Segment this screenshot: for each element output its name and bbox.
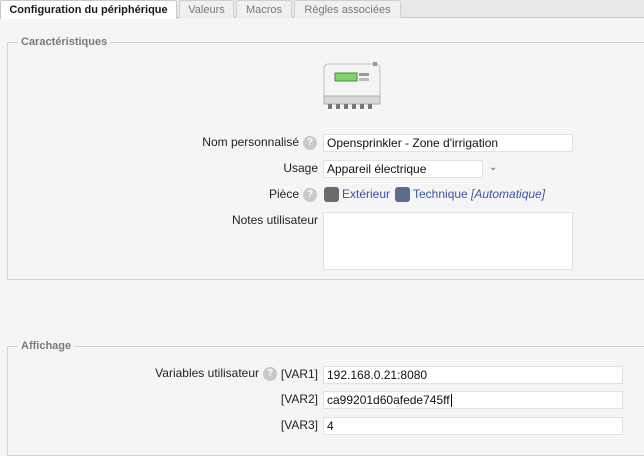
text-cursor — [450, 394, 452, 408]
display-legend: Affichage — [18, 340, 75, 352]
technical-room-icon — [395, 187, 410, 202]
usage-select[interactable]: Appareil électrique — [323, 160, 483, 178]
var3-label: [VAR3] — [280, 418, 318, 432]
var2-value: ca99201d60afede745ff — [327, 393, 450, 407]
tab-bar: Configuration du périphérique Valeurs Ma… — [0, 0, 644, 19]
var2-input[interactable]: ca99201d60afede745ff — [323, 391, 623, 409]
room-label: Pièce — [268, 187, 299, 201]
tab-values[interactable]: Valeurs — [179, 0, 234, 18]
tab-device-configuration[interactable]: Configuration du périphérique — [0, 0, 177, 19]
tab-macros[interactable]: Macros — [236, 0, 292, 18]
device-image — [321, 61, 383, 111]
var1-label: [VAR1] — [280, 367, 318, 381]
name-input[interactable]: Opensprinkler - Zone d'irrigation — [323, 134, 573, 152]
room-automatic-tag: [Automatique] — [471, 187, 546, 201]
var1-input[interactable]: 192.168.0.21:8080 — [323, 366, 623, 384]
name-label: Nom personnalisé — [202, 135, 299, 149]
chevron-down-icon[interactable]: ⌄ — [489, 163, 499, 173]
room-link-exterior[interactable]: Extérieur — [342, 186, 390, 202]
notes-textarea[interactable] — [323, 212, 573, 270]
var3-input[interactable]: 4 — [323, 417, 623, 435]
sprinkler-controller-device-icon — [323, 62, 381, 109]
characteristics-legend: Caractéristiques — [18, 36, 111, 48]
help-icon[interactable]: ? — [303, 188, 317, 202]
usage-label: Usage — [283, 161, 318, 175]
user-variables-label: Variables utilisateur — [155, 366, 259, 380]
room-link-technical[interactable]: Technique — [413, 186, 468, 202]
var2-label: [VAR2] — [280, 392, 318, 406]
notes-label: Notes utilisateur — [231, 213, 318, 227]
help-icon[interactable]: ? — [263, 367, 277, 381]
help-icon[interactable]: ? — [303, 136, 317, 150]
outdoor-room-icon — [324, 187, 339, 202]
tab-associated-rules[interactable]: Règles associées — [294, 0, 401, 18]
